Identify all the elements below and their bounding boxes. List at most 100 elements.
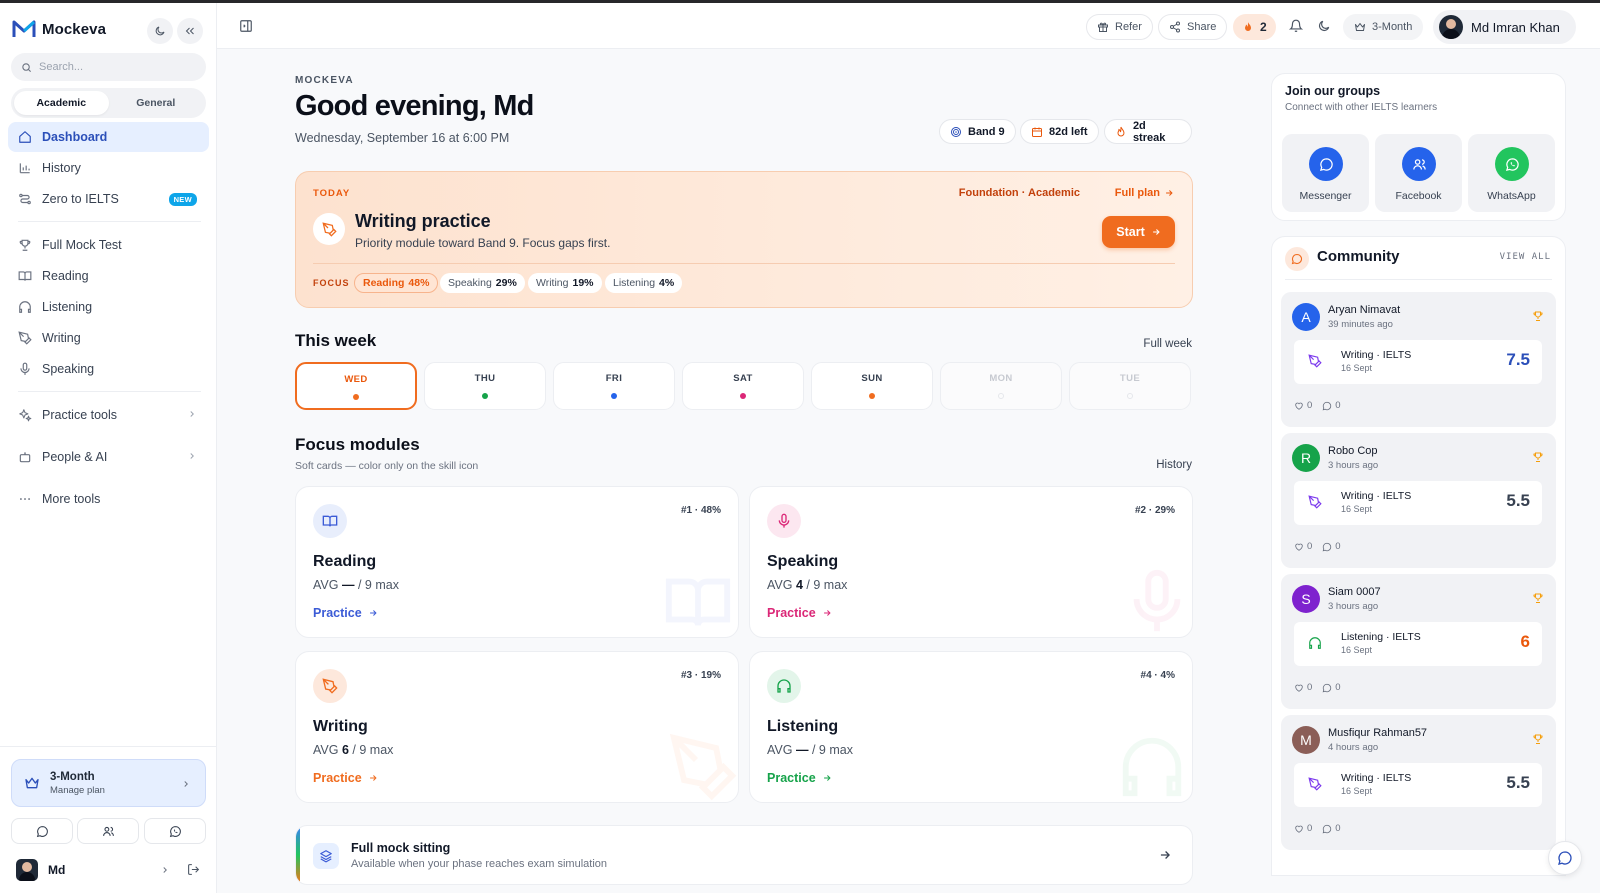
logout-icon[interactable]	[187, 863, 200, 876]
streak-button[interactable]: 2	[1233, 14, 1276, 40]
day-fri[interactable]: FRI	[553, 362, 675, 410]
module-average: AVG 4 / 9 max	[767, 578, 847, 592]
post-author: Robo Cop	[1328, 445, 1378, 457]
sidebar-item-people-ai[interactable]: People & AI	[8, 442, 209, 472]
messenger-button[interactable]	[11, 818, 73, 844]
module-rank: #4 · 4%	[1140, 670, 1175, 681]
sidebar-item-more-tools[interactable]: More tools	[8, 484, 209, 514]
moon-icon[interactable]	[1317, 19, 1331, 33]
view-all-link[interactable]: VIEW ALL	[1500, 252, 1551, 262]
chevron-right-icon	[184, 781, 188, 787]
sidebar-item-reading[interactable]: Reading	[8, 261, 209, 291]
day-name: WED	[344, 374, 368, 385]
headphones-icon	[1309, 637, 1321, 649]
panel-toggle-icon[interactable]	[239, 19, 253, 33]
search-box[interactable]	[11, 53, 206, 81]
day-tue[interactable]: TUE	[1069, 362, 1191, 410]
practice-link[interactable]: Practice	[313, 771, 378, 785]
avg-value: 4	[795, 578, 803, 592]
avg-value: 6	[341, 743, 349, 757]
focus-chip-listening[interactable]: Listening 4%	[605, 273, 683, 293]
module-card-writing[interactable]: #3 · 19% Writing AVG 6 / 9 max Practice	[295, 651, 739, 803]
sidebar-user-row[interactable]: Md	[16, 857, 206, 883]
history-link[interactable]: History	[1156, 459, 1192, 471]
plan-button[interactable]: 3-Month	[1343, 14, 1424, 40]
segment-academic[interactable]: Academic	[14, 91, 109, 115]
start-button[interactable]: Start	[1102, 216, 1175, 248]
share-button[interactable]: Share	[1158, 14, 1228, 40]
group-messenger[interactable]: Messenger	[1282, 134, 1369, 212]
more-dots-icon	[19, 498, 31, 500]
sidebar-item-zero-to-ielts[interactable]: Zero to IELTS NEW	[8, 184, 209, 214]
sidebar-item-full-mock-test[interactable]: Full Mock Test	[8, 230, 209, 260]
comment-button[interactable]: 0	[1322, 400, 1341, 411]
messenger-icon-wrap	[1309, 147, 1343, 181]
brand[interactable]: Mockeva	[12, 19, 106, 39]
full-mock-card[interactable]: Full mock sitting Available when your ph…	[295, 825, 1193, 885]
group-whatsapp[interactable]: WhatsApp	[1468, 134, 1555, 212]
day-sat[interactable]: SAT	[682, 362, 804, 410]
day-sun[interactable]: SUN	[811, 362, 933, 410]
day-mon[interactable]: MON	[940, 362, 1062, 410]
sidebar-item-writing[interactable]: Writing	[8, 323, 209, 353]
day-thu[interactable]: THU	[424, 362, 546, 410]
whatsapp-button[interactable]	[144, 818, 206, 844]
focus-chip-pct: 29%	[495, 277, 517, 289]
search-input[interactable]	[39, 61, 189, 73]
refer-button[interactable]: Refer	[1086, 14, 1153, 40]
sidebar-item-history[interactable]: History	[8, 153, 209, 183]
practice-label: Practice	[313, 606, 362, 620]
practice-link[interactable]: Practice	[767, 771, 832, 785]
sidebar-item-dashboard[interactable]: Dashboard	[8, 122, 209, 152]
full-plan-link[interactable]: Full plan	[1115, 187, 1174, 199]
theme-toggle-button[interactable]	[147, 18, 173, 44]
module-card-listening[interactable]: #4 · 4% Listening AVG — / 9 max Practice	[749, 651, 1193, 803]
avg-label: AVG	[767, 578, 793, 592]
post-actions: 0 0	[1294, 400, 1341, 411]
community-post[interactable]: S Siam 0007 3 hours ago Listening · IELT…	[1281, 574, 1556, 709]
day-wed[interactable]: WED	[295, 362, 417, 410]
manage-plan-card[interactable]: 3-Month Manage plan	[11, 759, 206, 807]
practice-link[interactable]: Practice	[313, 606, 378, 620]
module-card-speaking[interactable]: #2 · 29% Speaking AVG 4 / 9 max Practice	[749, 486, 1193, 638]
sidebar-item-label: Zero to IELTS	[42, 192, 119, 206]
band-target-badge: Band 9	[939, 119, 1016, 144]
community-button[interactable]	[77, 818, 139, 844]
users-icon	[1412, 158, 1426, 170]
community-post[interactable]: M Musfiqur Rahman57 4 hours ago Writing …	[1281, 715, 1556, 850]
sidebar-item-label: Dashboard	[42, 130, 108, 144]
sidebar-item-practice-tools[interactable]: Practice tools	[8, 400, 209, 430]
divider	[1285, 279, 1552, 280]
like-button[interactable]: 0	[1294, 823, 1312, 834]
community-post[interactable]: R Robo Cop 3 hours ago Writing · IELTS 1…	[1281, 433, 1556, 568]
focus-chip-writing[interactable]: Writing 19%	[528, 273, 602, 293]
sidebar-item-listening[interactable]: Listening	[8, 292, 209, 322]
comment-count: 0	[1335, 823, 1341, 834]
chat-fab-button[interactable]	[1548, 841, 1582, 875]
segment-general[interactable]: General	[109, 91, 204, 115]
refer-label: Refer	[1115, 21, 1142, 33]
like-button[interactable]: 0	[1294, 400, 1312, 411]
collapse-sidebar-button[interactable]	[177, 18, 203, 44]
group-facebook[interactable]: Facebook	[1375, 134, 1462, 212]
current-date: Wednesday, September 16 at 6:00 PM	[295, 131, 510, 145]
focus-chip-reading[interactable]: Reading 48%	[354, 273, 439, 293]
avg-label: AVG	[313, 578, 339, 592]
focus-chip-speaking[interactable]: Speaking 29%	[440, 273, 525, 293]
sidebar-divider	[18, 221, 201, 222]
full-week-link[interactable]: Full week	[1143, 338, 1192, 350]
search-icon	[22, 62, 32, 72]
like-button[interactable]: 0	[1294, 682, 1312, 693]
module-card-reading[interactable]: #1 · 48% Reading AVG — / 9 max Practice	[295, 486, 739, 638]
bell-icon[interactable]	[1289, 19, 1303, 33]
practice-link[interactable]: Practice	[767, 606, 832, 620]
days-left-badge: 82d left	[1020, 119, 1099, 144]
comment-button[interactable]: 0	[1322, 682, 1341, 693]
comment-button[interactable]: 0	[1322, 541, 1341, 552]
user-menu-button[interactable]: Md Imran Khan	[1433, 10, 1576, 44]
comment-button[interactable]: 0	[1322, 823, 1341, 834]
community-title: Community	[1317, 248, 1400, 265]
community-post[interactable]: A Aryan Nimavat 39 minutes ago Writing ·…	[1281, 292, 1556, 427]
like-button[interactable]: 0	[1294, 541, 1312, 552]
sidebar-item-speaking[interactable]: Speaking	[8, 354, 209, 384]
